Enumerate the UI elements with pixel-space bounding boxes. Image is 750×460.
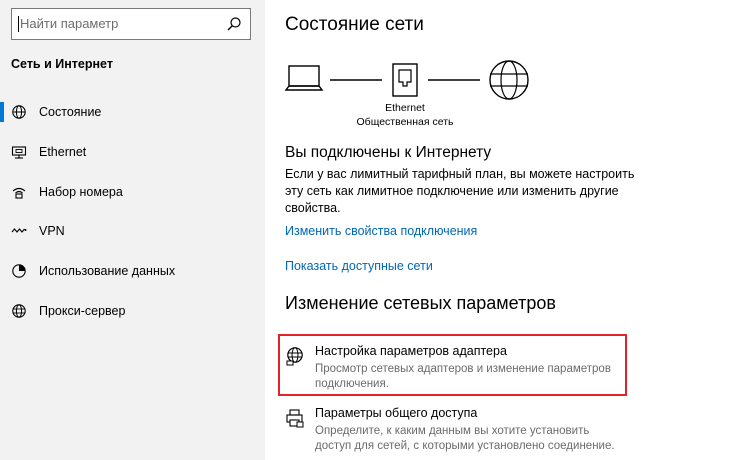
data-usage-icon <box>12 264 26 278</box>
search-icon[interactable] <box>226 16 242 32</box>
sidebar-item-proxy[interactable]: Прокси-сервер <box>0 293 265 329</box>
search-input[interactable]: Найти параметр <box>17 9 118 39</box>
change-settings-heading: Изменение сетевых параметров <box>285 293 556 313</box>
sidebar-item-ethernet[interactable]: Ethernet <box>0 134 265 170</box>
sidebar: Найти параметр Сеть и Интернет Состояние… <box>0 0 265 460</box>
sidebar-item-label: Прокси-сервер <box>39 304 126 318</box>
sidebar-item-label: VPN <box>39 224 65 238</box>
adapter-name: Ethernet <box>385 102 425 114</box>
sidebar-item-label: Состояние <box>39 105 102 119</box>
adapter-settings-option[interactable]: Настройка параметров адаптера Просмотр с… <box>277 342 627 392</box>
ethernet-adapter-icon <box>392 63 418 97</box>
sidebar-item-label: Набор номера <box>39 185 123 199</box>
sidebar-item-dialup[interactable]: Набор номера <box>0 174 265 210</box>
network-type: Общественная сеть <box>356 116 454 128</box>
sidebar-item-status[interactable]: Состояние <box>0 94 265 130</box>
main-content: Состояние сети Ethernet Общественная сет… <box>278 0 745 460</box>
option-description: Просмотр сетевых адаптеров и изменение п… <box>315 363 611 390</box>
sharing-printer-icon <box>286 409 304 428</box>
sidebar-item-label: Ethernet <box>39 145 87 159</box>
dialup-icon <box>12 187 26 199</box>
option-description: Определите, к каким данным вы хотите уст… <box>315 425 615 452</box>
sidebar-item-data-usage[interactable]: Использование данных <box>0 253 265 289</box>
connected-heading: Вы подключены к Интернету <box>285 144 492 161</box>
sidebar-item-vpn[interactable]: VPN <box>0 213 265 249</box>
change-properties-link[interactable]: Изменить свойства подключения <box>285 224 477 238</box>
option-title: Параметры общего доступа <box>315 406 478 420</box>
connected-text: Если у вас лимитный тарифный план, вы мо… <box>285 167 635 215</box>
ethernet-icon <box>11 146 27 159</box>
sidebar-item-label: Использование данных <box>39 264 176 278</box>
globe-icon <box>12 304 26 318</box>
page-title: Состояние сети <box>285 14 424 35</box>
search-box[interactable]: Найти параметр <box>11 8 251 40</box>
vpn-icon <box>11 228 27 233</box>
sharing-options[interactable]: Параметры общего доступа Определите, к к… <box>277 404 627 456</box>
adapter-globe-icon <box>286 347 303 366</box>
option-title: Настройка параметров адаптера <box>315 344 507 358</box>
show-networks-link[interactable]: Показать доступные сети <box>285 259 433 273</box>
laptop-icon <box>285 65 324 91</box>
status-icon <box>12 105 26 119</box>
internet-globe-icon <box>489 60 529 100</box>
sidebar-section-title: Сеть и Интернет <box>11 57 113 71</box>
